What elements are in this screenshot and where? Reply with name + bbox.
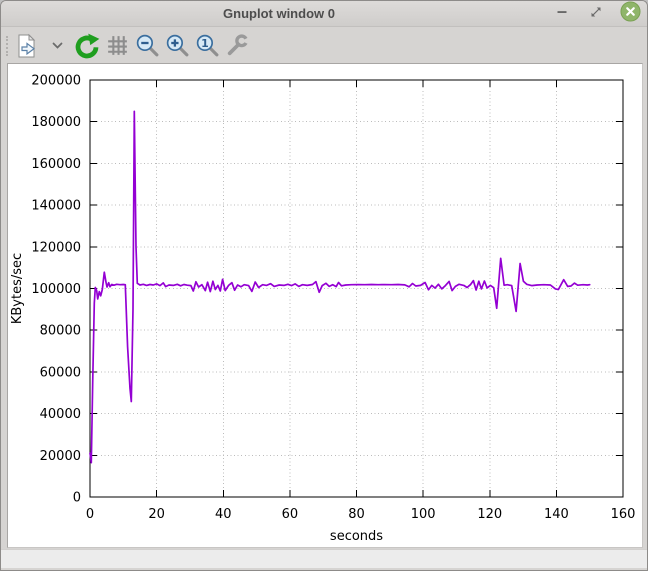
export-plot-button[interactable] (13, 31, 41, 61)
y-tick-label: 200000 (31, 74, 81, 89)
x-tick-label: 120 (477, 507, 502, 522)
window-controls (551, 1, 641, 27)
svg-text:1: 1 (201, 37, 209, 50)
export-icon (14, 33, 40, 59)
toggle-grid-button[interactable] (103, 31, 131, 61)
y-tick-label: 20000 (40, 449, 81, 464)
settings-button[interactable] (223, 31, 251, 61)
replot-button[interactable] (73, 31, 101, 61)
restore-zoom-button[interactable]: 1 (193, 31, 221, 61)
zoom-out-icon (135, 33, 160, 58)
x-tick-label: 140 (544, 507, 569, 522)
gnuplot-window: Gnuplot window 0 1 020406080100120140160… (0, 0, 648, 571)
y-tick-label: 40000 (40, 407, 81, 422)
titlebar[interactable]: Gnuplot window 0 (1, 1, 647, 27)
y-tick-label: 140000 (31, 199, 81, 214)
toolbar: 1 (1, 28, 647, 63)
zoom-reset-icon: 1 (195, 33, 220, 58)
toolbar-drag-handle[interactable] (6, 36, 9, 56)
zoom-in-icon (165, 33, 190, 58)
y-tick-label: 0 (73, 491, 81, 506)
y-tick-label: 120000 (31, 240, 81, 255)
export-dropdown-button[interactable] (43, 31, 71, 61)
minimize-icon (556, 5, 568, 23)
restore-icon (590, 5, 602, 23)
x-tick-label: 40 (215, 507, 232, 522)
x-tick-label: 160 (611, 507, 636, 522)
close-icon (620, 1, 641, 27)
y-tick-label: 80000 (40, 324, 81, 339)
zoom-previous-button[interactable] (133, 31, 161, 61)
chevron-down-icon (52, 41, 63, 50)
wrench-icon (225, 33, 250, 58)
zoom-next-button[interactable] (163, 31, 191, 61)
plot-canvas[interactable]: 0 20 40 60 80 100 120 140 160 0 20000 40000 60000 800… (7, 63, 643, 548)
y-tick-label: 100000 (31, 282, 81, 297)
window-title: Gnuplot window 0 (1, 1, 557, 27)
y-tick-label: 160000 (31, 157, 81, 172)
y-tick-label: 60000 (40, 365, 81, 380)
x-tick-label: 20 (148, 507, 165, 522)
x-tick-label: 80 (348, 507, 365, 522)
x-axis-label: seconds (330, 529, 383, 544)
statusbar: 27.5400, 203406. (1, 549, 647, 568)
minimize-button[interactable] (551, 3, 573, 25)
plot-svg: 0 20 40 60 80 100 120 140 160 0 20000 40000 60000 800… (8, 64, 644, 549)
y-axis-label: KBytes/sec (10, 253, 25, 324)
x-tick-label: 60 (282, 507, 299, 522)
x-tick-label: 100 (411, 507, 436, 522)
restore-button[interactable] (585, 3, 607, 25)
close-button[interactable] (619, 3, 641, 25)
y-tick-label: 180000 (31, 115, 81, 130)
grid-icon (105, 33, 130, 58)
x-tick-label: 0 (86, 507, 94, 522)
throughput-line (90, 111, 590, 462)
refresh-icon (74, 33, 100, 59)
